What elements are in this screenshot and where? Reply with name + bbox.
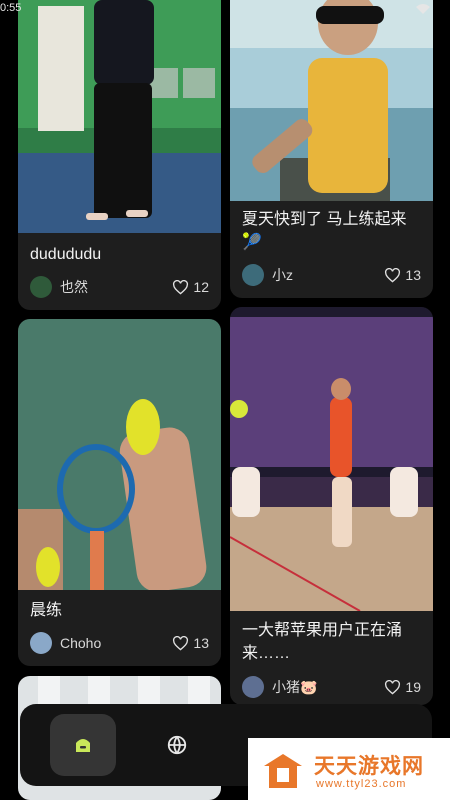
like-count: 13: [193, 635, 209, 651]
heart-icon: [385, 267, 401, 283]
like-count: 13: [405, 267, 421, 283]
post-card[interactable]: 夏天快到了 马上练起来🎾 小z 13: [230, 0, 433, 298]
globe-icon: [167, 735, 187, 755]
post-card[interactable]: 一大帮苹果用户正在涌来…… 小猪🐷 19: [230, 307, 433, 705]
nav-explore-button[interactable]: [162, 730, 192, 760]
post-photo: [18, 0, 221, 233]
status-bar: 0:55: [0, 0, 450, 20]
like-count: 12: [193, 279, 209, 295]
post-card[interactable]: 晨练 Choho 13: [18, 319, 221, 666]
status-time: 0:55: [0, 2, 22, 14]
heart-icon: [173, 635, 189, 651]
avatar: [242, 264, 264, 286]
watermark-url: www.ttyl23.com: [316, 778, 407, 790]
post-meta: 小z 13: [242, 263, 421, 287]
avatar: [30, 276, 52, 298]
post-photo: [230, 307, 433, 611]
post-meta: 小猪🐷 19: [242, 675, 421, 699]
post-photo: [18, 319, 221, 590]
post-card[interactable]: dudududu 也然 12: [18, 0, 221, 310]
post-title: 夏天快到了 马上练起来🎾: [242, 211, 407, 251]
avatar: [242, 676, 264, 698]
watermark: 天天游戏网 www.ttyl23.com: [248, 738, 450, 800]
post-photo: [230, 0, 433, 201]
like-button[interactable]: 13: [172, 635, 209, 651]
watermark-logo-icon: [264, 754, 302, 788]
avatar: [30, 632, 52, 654]
nav-home-button[interactable]: [50, 714, 116, 776]
watermark-title: 天天游戏网: [314, 755, 424, 778]
like-button[interactable]: 12: [172, 279, 209, 295]
post-title: 晨练: [30, 602, 63, 619]
post-author: 小猪🐷: [272, 679, 318, 695]
wifi-icon: [416, 4, 430, 14]
post-title: 一大帮苹果用户正在涌来……: [242, 622, 403, 662]
post-title: dudududu: [30, 246, 102, 263]
home-icon: [76, 739, 90, 752]
post-meta: 也然 12: [30, 275, 209, 299]
post-author: 小z: [272, 267, 293, 283]
heart-icon: [385, 679, 401, 695]
post-meta: Choho 13: [30, 631, 209, 655]
like-count: 19: [405, 679, 421, 695]
like-button[interactable]: 19: [384, 679, 421, 695]
post-author: 也然: [60, 279, 88, 295]
like-button[interactable]: 13: [384, 267, 421, 283]
heart-icon: [173, 279, 189, 295]
post-author: Choho: [60, 635, 102, 651]
